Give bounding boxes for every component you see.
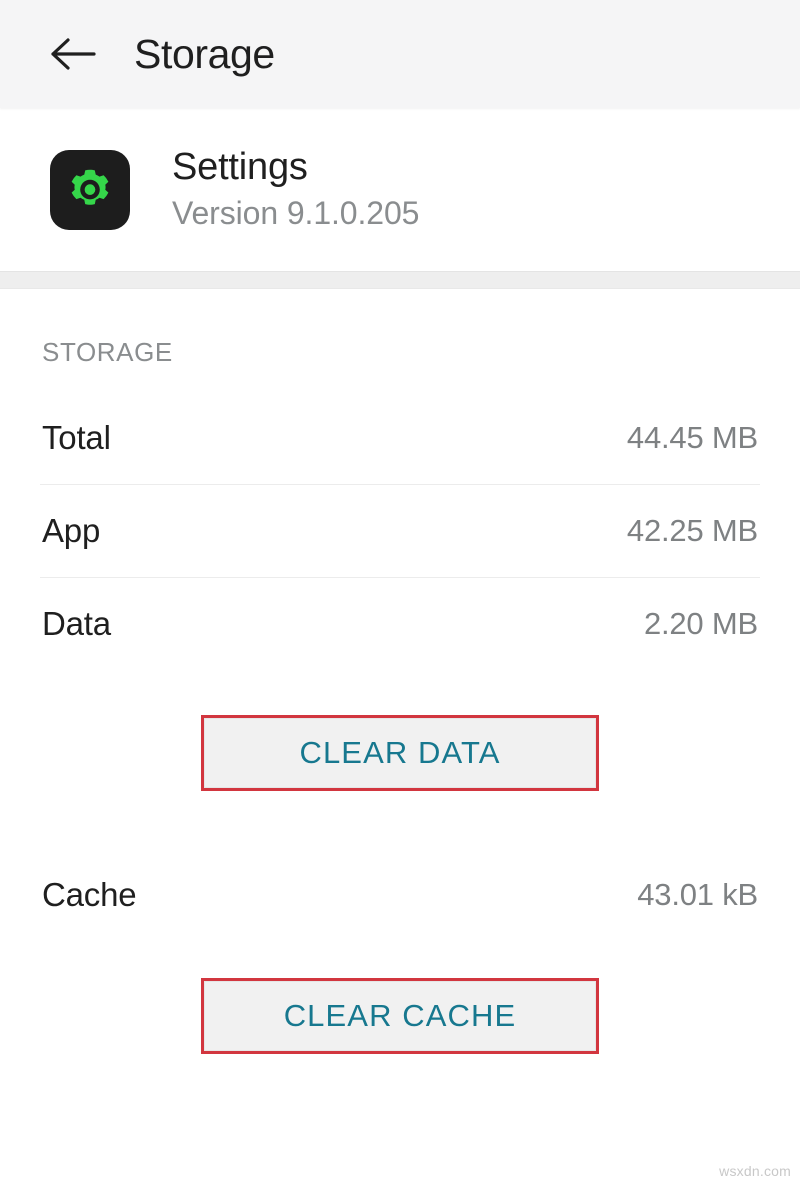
section-separator-band bbox=[0, 271, 800, 289]
table-row: Cache 43.01 kB bbox=[0, 849, 800, 941]
app-meta: Settings Version 9.1.0.205 bbox=[172, 146, 419, 234]
clear-data-button[interactable]: CLEAR DATA bbox=[204, 718, 596, 788]
arrow-left-icon bbox=[50, 37, 96, 71]
table-row: Total 44.45 MB bbox=[0, 392, 800, 484]
app-version: Version 9.1.0.205 bbox=[172, 195, 420, 232]
row-value-cache: 43.01 kB bbox=[637, 877, 758, 912]
row-label-cache: Cache bbox=[42, 876, 137, 913]
row-label-total: Total bbox=[42, 419, 111, 456]
app-name: Settings bbox=[172, 145, 308, 188]
storage-rows: Total 44.45 MB App 42.25 MB Data 2.20 MB… bbox=[0, 365, 800, 1054]
app-header: Settings Version 9.1.0.205 bbox=[0, 108, 800, 271]
clear-data-annotation-box: CLEAR DATA bbox=[201, 715, 599, 791]
row-value-total: 44.45 MB bbox=[626, 420, 758, 455]
row-value-data: 2.20 MB bbox=[643, 606, 758, 641]
row-value-app: 42.25 MB bbox=[626, 513, 758, 548]
table-row: Data 2.20 MB bbox=[0, 578, 800, 670]
clear-cache-annotation-box: CLEAR CACHE bbox=[201, 978, 599, 1054]
row-label-data: Data bbox=[42, 605, 111, 642]
row-label-app: App bbox=[42, 512, 101, 549]
storage-section-header: STORAGE bbox=[42, 337, 173, 367]
app-bar: Storage bbox=[0, 0, 800, 108]
clear-cache-action: CLEAR CACHE bbox=[0, 978, 800, 1054]
settings-gear-icon bbox=[65, 165, 115, 215]
table-row: App 42.25 MB bbox=[0, 485, 800, 577]
clear-cache-button[interactable]: CLEAR CACHE bbox=[204, 981, 596, 1051]
clear-data-action: CLEAR DATA bbox=[0, 715, 800, 791]
page-title: Storage bbox=[134, 30, 275, 77]
back-button[interactable] bbox=[40, 21, 106, 87]
watermark: wsxdn.com bbox=[719, 1163, 791, 1179]
app-icon bbox=[50, 149, 130, 230]
